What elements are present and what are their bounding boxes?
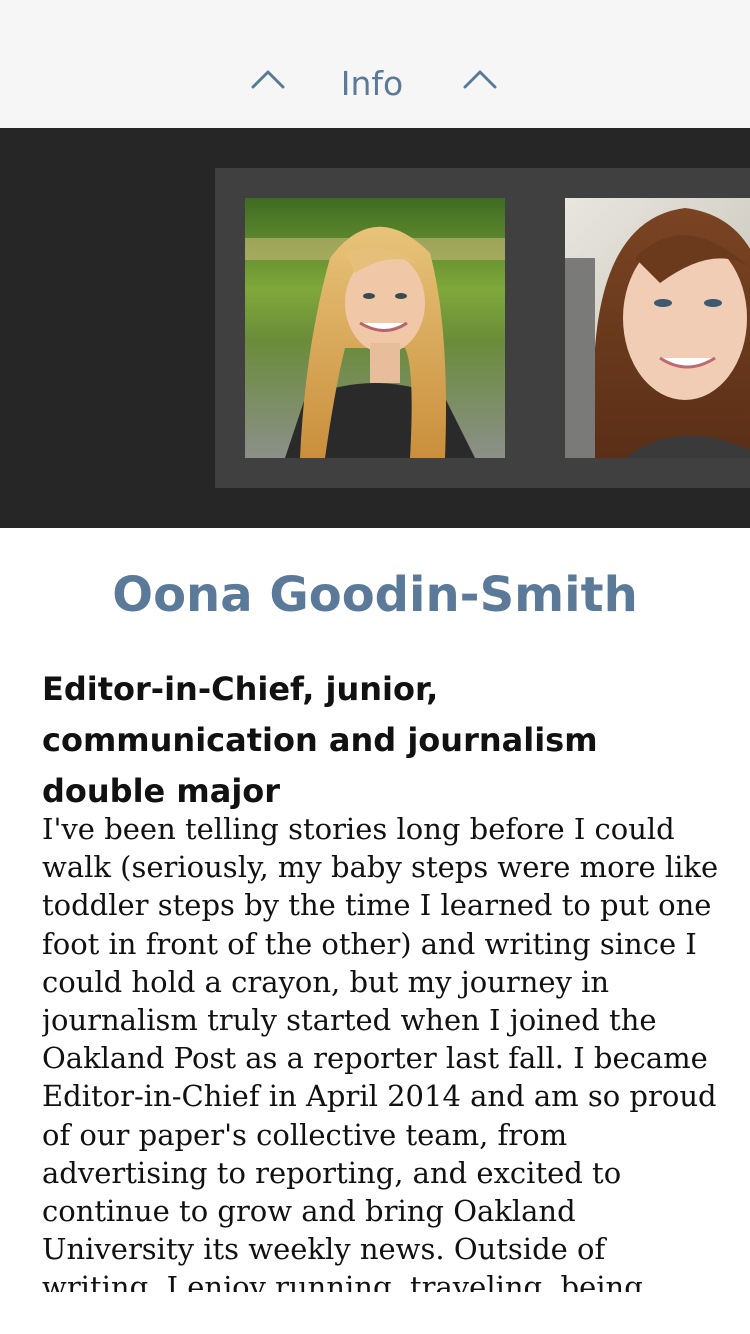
profile-bio-container[interactable]: I've been telling stories long before I … xyxy=(42,810,722,1292)
chevron-up-icon[interactable] xyxy=(462,66,498,90)
staff-photo[interactable] xyxy=(565,198,750,458)
profile-role: Editor-in-Chief, junior, communication a… xyxy=(42,670,598,810)
top-navigation-bar: Info xyxy=(0,0,750,128)
profile-name: Oona Goodin-Smith xyxy=(112,567,638,623)
photo-carousel[interactable] xyxy=(0,128,750,528)
carousel-track xyxy=(215,168,750,488)
profile-bio: I've been telling stories long before I … xyxy=(42,812,719,1292)
page-title: Info xyxy=(340,64,404,103)
staff-photo[interactable] xyxy=(245,198,505,458)
chevron-up-icon[interactable] xyxy=(250,66,286,90)
